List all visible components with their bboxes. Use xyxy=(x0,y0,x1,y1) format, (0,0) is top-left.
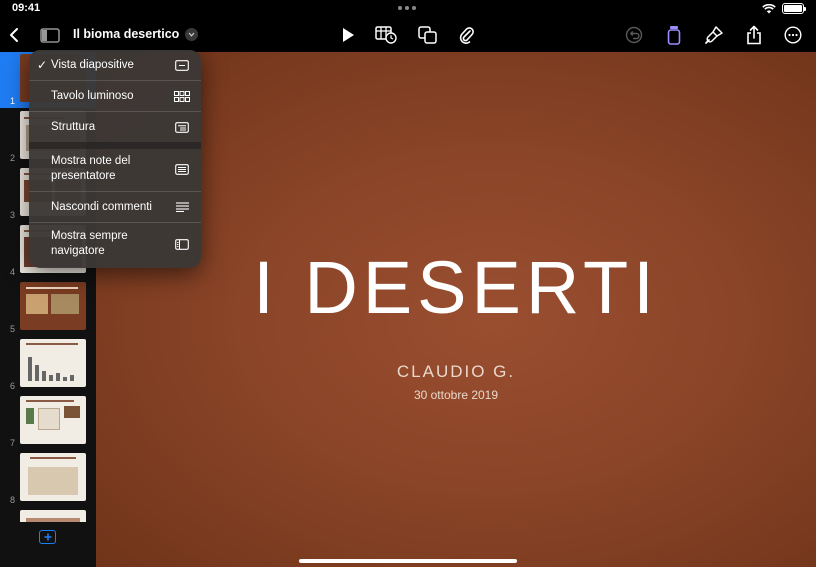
slide-thumbnail[interactable]: 5 xyxy=(0,280,96,336)
insert-shape-button[interactable] xyxy=(416,23,440,47)
slide-number: 3 xyxy=(10,210,16,220)
format-button[interactable] xyxy=(662,23,686,47)
format-brush-icon xyxy=(667,26,681,45)
ellipsis-circle-icon xyxy=(784,26,802,44)
slide-number: 1 xyxy=(10,96,16,106)
status-time: 09:41 xyxy=(12,2,41,14)
insert-media-button[interactable] xyxy=(455,23,479,47)
add-slide-button[interactable] xyxy=(39,530,56,544)
outline-icon xyxy=(174,121,190,133)
slide-thumbnail[interactable]: 6 xyxy=(0,337,96,393)
menu-item-hide-comments[interactable]: Nascondi commenti xyxy=(29,192,201,222)
paperclip-icon xyxy=(459,27,474,44)
menu-item-always-show-navigator[interactable]: Mostra sempre navigatore xyxy=(29,223,201,265)
slide-number: 4 xyxy=(10,267,16,277)
status-indicators xyxy=(762,3,806,14)
sidebar-icon xyxy=(40,27,60,43)
chevron-left-icon xyxy=(10,28,18,42)
slide-number: 2 xyxy=(10,153,16,163)
document-title-button[interactable]: Il bioma desertico xyxy=(73,27,199,41)
home-indicator[interactable] xyxy=(299,559,517,563)
chevron-down-icon xyxy=(185,27,199,41)
checkmark-icon: ✓ xyxy=(37,58,48,72)
table-chart-icon xyxy=(375,26,397,44)
view-options-menu: ✓ Vista diapositive Tavolo luminoso Stru… xyxy=(29,50,201,268)
share-icon xyxy=(747,25,761,45)
menu-item-presenter-notes[interactable]: Mostra note del presentatore xyxy=(29,149,201,189)
document-title: Il bioma desertico xyxy=(73,27,180,41)
shapes-icon xyxy=(418,26,437,44)
slide-author[interactable]: CLAUDIO G. xyxy=(96,362,816,382)
slide-thumbnail[interactable]: 8 xyxy=(0,451,96,507)
light-table-icon xyxy=(174,90,190,102)
play-button[interactable] xyxy=(336,23,360,47)
share-button[interactable] xyxy=(742,23,766,47)
insert-table-button[interactable] xyxy=(374,23,398,47)
slide-number: 5 xyxy=(10,324,16,334)
animate-button[interactable] xyxy=(702,23,726,47)
toolbar: Il bioma desertico xyxy=(0,18,816,52)
play-icon xyxy=(343,28,354,42)
undo-icon xyxy=(625,26,643,44)
more-button[interactable] xyxy=(781,23,805,47)
slide-view-icon xyxy=(174,59,190,71)
slide-number: 6 xyxy=(10,381,16,391)
slide-title[interactable]: I DESERTI xyxy=(96,245,816,330)
slide-thumbnail[interactable] xyxy=(0,508,96,522)
slide-number: 7 xyxy=(10,438,16,448)
battery-icon xyxy=(782,3,806,14)
slide-date[interactable]: 30 ottobre 2019 xyxy=(96,388,816,402)
slide-number: 8 xyxy=(10,495,16,505)
back-button[interactable] xyxy=(2,23,26,47)
navigator-icon xyxy=(174,238,190,250)
paintbrush-icon xyxy=(705,26,723,44)
status-bar: 09:41 xyxy=(0,0,816,18)
presenter-notes-icon xyxy=(174,163,190,175)
multitasking-dots-icon[interactable] xyxy=(398,6,416,10)
slide-thumbnail[interactable]: 7 xyxy=(0,394,96,450)
undo-button[interactable] xyxy=(622,23,646,47)
slide-canvas[interactable]: I DESERTI CLAUDIO G. 30 ottobre 2019 xyxy=(96,52,816,567)
menu-item-light-table[interactable]: Tavolo luminoso xyxy=(29,81,201,111)
plus-icon xyxy=(44,533,51,541)
wifi-icon xyxy=(762,3,776,13)
menu-item-outline[interactable]: Struttura xyxy=(29,112,201,142)
menu-item-slide-view[interactable]: ✓ Vista diapositive xyxy=(29,50,201,80)
comments-icon xyxy=(174,201,190,213)
view-menu-button[interactable] xyxy=(38,23,62,47)
